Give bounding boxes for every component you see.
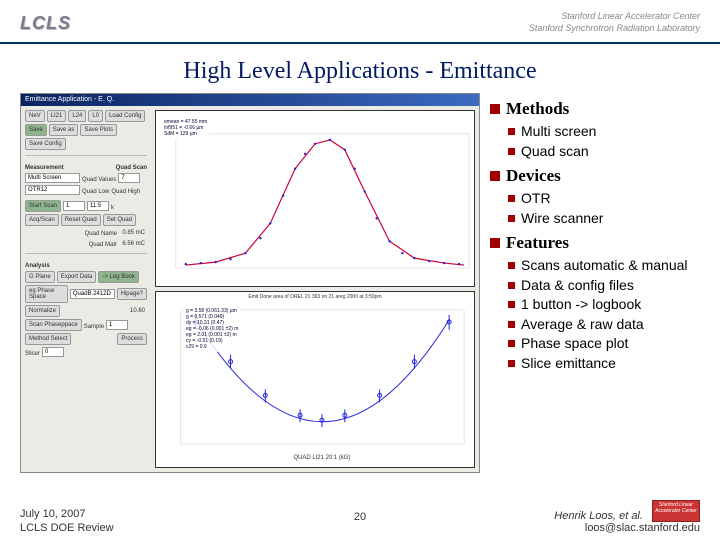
footer-author: Henrik Loos, et al. Stanford Linear Acce… bbox=[380, 500, 700, 522]
slo-so-value: 10.60 bbox=[119, 307, 147, 315]
sample-label: Sample bbox=[84, 324, 104, 330]
slicer-label: Slicer bbox=[25, 351, 40, 357]
saveas-button[interactable]: Save as bbox=[49, 124, 79, 136]
tab-l24[interactable]: L24 bbox=[68, 110, 86, 122]
devices-list: OTR Wire scanner bbox=[490, 190, 700, 227]
quad-name-value: 0.85 mC bbox=[119, 229, 147, 237]
legend-line: c29 = 0.9 bbox=[186, 344, 238, 350]
outline: Methods Multi screen Quad scan Devices O… bbox=[490, 93, 700, 473]
list-item: Multi screen bbox=[508, 123, 700, 141]
footer-left: July 10, 2007 LCLS DOE Review bbox=[20, 508, 340, 534]
acq-scan-button[interactable]: Acq/Scan bbox=[25, 214, 59, 226]
plot-stack: emean = 47.55 mm Inf951 = -0.66 µm SdM =… bbox=[151, 106, 479, 472]
k-input[interactable]: 11.5 bbox=[87, 201, 109, 211]
plot-parabola: Emit Done area of OREL 21 393 on 21 areg… bbox=[155, 291, 475, 468]
quad-name-label: Quad Name bbox=[85, 231, 117, 237]
xlabel: QUAD LI21 20:1 (kG) bbox=[293, 455, 350, 461]
save-plots-button[interactable]: Save Plots bbox=[80, 124, 117, 136]
list-item: Scans automatic & manual bbox=[508, 257, 700, 275]
load-config-button[interactable]: Load Config bbox=[105, 110, 145, 122]
list-item: OTR bbox=[508, 190, 700, 208]
device-select[interactable]: OTR12 bbox=[25, 185, 80, 195]
footer-date: July 10, 2007 bbox=[20, 508, 340, 520]
features-list: Scans automatic & manual Data & config f… bbox=[490, 257, 700, 372]
app-body: NeV LI21 L24 L0 Load Config Save Save as… bbox=[21, 106, 479, 472]
org-line1: Stanford Linear Accelerator Center bbox=[529, 11, 700, 23]
footer: July 10, 2007 LCLS DOE Review 20 Henrik … bbox=[0, 500, 720, 534]
app-left-panel: NeV LI21 L24 L0 Load Config Save Save as… bbox=[21, 106, 151, 472]
legend-line: SdM = 129 µm bbox=[164, 131, 207, 137]
footer-right: Henrik Loos, et al. Stanford Linear Acce… bbox=[380, 500, 700, 534]
tab-li21[interactable]: LI21 bbox=[47, 110, 67, 122]
app-titlebar: Emittance Application - E. Q. bbox=[21, 94, 479, 106]
features-heading: Features bbox=[490, 233, 700, 253]
tab-l0[interactable]: L0 bbox=[88, 110, 103, 122]
quad-values-input[interactable]: 7 bbox=[118, 173, 140, 183]
app-window: Emittance Application - E. Q. NeV LI21 L… bbox=[20, 93, 480, 473]
list-item: Quad scan bbox=[508, 143, 700, 161]
footer-review: LCLS DOE Review bbox=[20, 522, 340, 534]
content: Emittance Application - E. Q. NeV LI21 L… bbox=[0, 93, 720, 473]
footer-page: 20 bbox=[340, 511, 380, 523]
reset-quad-button[interactable]: Reset Quad bbox=[61, 214, 101, 226]
devices-heading: Devices bbox=[490, 166, 700, 186]
plot-bot-legend: g = 3.58 (0.061.33) µm g = 0.571 (0.049)… bbox=[184, 306, 240, 352]
analysis-label: Analysis bbox=[25, 263, 147, 269]
quad-scan-label: Quad Scan bbox=[116, 165, 147, 171]
plot-bot-title: Emit Done area of OREL 21 393 on 21 areg… bbox=[156, 294, 474, 300]
save-button[interactable]: Save bbox=[25, 124, 47, 136]
list-item: Average & raw data bbox=[508, 316, 700, 334]
list-item: Data & config files bbox=[508, 277, 700, 295]
list-item: Wire scanner bbox=[508, 210, 700, 228]
plot-gaussian: emean = 47.55 mm Inf951 = -0.66 µm SdM =… bbox=[155, 110, 475, 287]
set-quad-button[interactable]: Set Quad bbox=[103, 214, 136, 226]
hipage-button[interactable]: Hipage? bbox=[117, 288, 147, 300]
quad-values-label: Quad Values bbox=[82, 177, 116, 183]
g-plane-button[interactable]: G Plane bbox=[25, 271, 55, 283]
start-scan-button[interactable]: Start Scan bbox=[25, 200, 61, 212]
lcls-logo: LCLS bbox=[20, 13, 71, 34]
phase-space-button[interactable]: eg Phase Space bbox=[25, 285, 68, 303]
quad-b-select[interactable]: QuadB.2412D bbox=[70, 289, 115, 299]
method-select-button[interactable]: Method Select bbox=[25, 333, 71, 345]
tab-nev[interactable]: NeV bbox=[25, 110, 45, 122]
measurement-label: Measurement bbox=[25, 165, 64, 171]
list-item: Phase space plot bbox=[508, 335, 700, 353]
acq-input[interactable]: 1 bbox=[63, 201, 85, 211]
quad-high-label: Quad High bbox=[111, 189, 140, 195]
quad-low-label: Quad Low bbox=[82, 189, 109, 195]
normalize-button[interactable]: Normalize bbox=[25, 305, 60, 317]
header: LCLS Stanford Linear Accelerator Center … bbox=[0, 0, 720, 44]
process-button[interactable]: Process bbox=[117, 333, 147, 345]
list-item: 1 button -> logbook bbox=[508, 296, 700, 314]
save-config-button[interactable]: Save Config bbox=[25, 138, 66, 150]
org-line2: Stanford Synchrotron Radiation Laborator… bbox=[529, 23, 700, 35]
quad-matr-label: Quad Matr bbox=[89, 242, 117, 248]
slicer-input[interactable]: 0 bbox=[42, 347, 64, 357]
sample-input[interactable]: 1 bbox=[106, 320, 128, 330]
k-label: k bbox=[111, 205, 114, 211]
list-item: Slice emittance bbox=[508, 355, 700, 373]
header-org: Stanford Linear Accelerator Center Stanf… bbox=[529, 11, 700, 34]
footer-email: loos@slac.stanford.edu bbox=[380, 522, 700, 534]
logbook-button[interactable]: -> Log Book bbox=[98, 271, 139, 283]
scan-phasespace-button[interactable]: Scan Phaseppace bbox=[25, 319, 82, 331]
slac-logo-icon: Stanford Linear Accelerator Center bbox=[652, 500, 700, 522]
methods-heading: Methods bbox=[490, 99, 700, 119]
energy-tabs: NeV LI21 L24 L0 Load Config bbox=[25, 110, 147, 122]
save-row: Save Save as Save Plots Save Config bbox=[25, 124, 147, 150]
method-select[interactable]: Multi Screen bbox=[25, 173, 80, 183]
export-data-button[interactable]: Export Data bbox=[57, 271, 97, 283]
methods-list: Multi screen Quad scan bbox=[490, 123, 700, 160]
plot-top-legend: emean = 47.55 mm Inf951 = -0.66 µm SdM =… bbox=[162, 117, 209, 139]
slide-title: High Level Applications - Emittance bbox=[0, 58, 720, 85]
quad-matr-value: 6.56 mC bbox=[119, 240, 147, 248]
